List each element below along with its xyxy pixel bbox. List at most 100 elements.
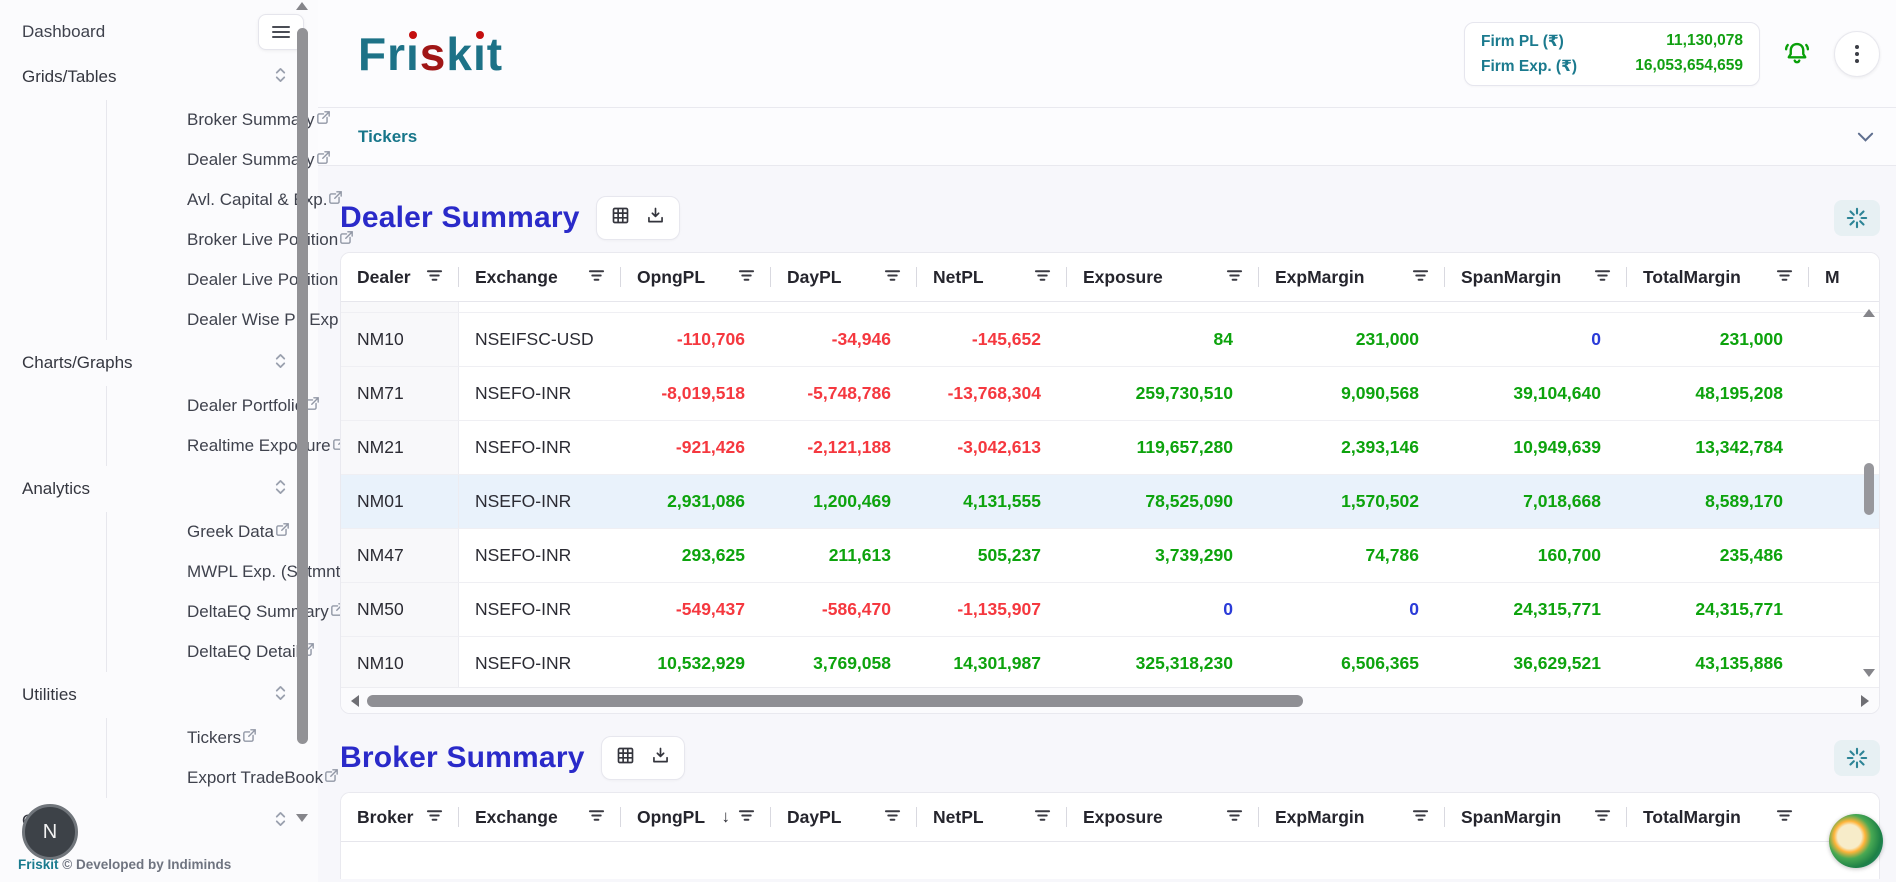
column-header-exchange[interactable]: Exchange xyxy=(459,253,621,301)
filter-icon[interactable] xyxy=(738,807,755,828)
sidebar-item-greek-data[interactable]: Greek Data xyxy=(107,512,288,552)
table-row[interactable]: NM47NSEFO-INR293,625211,613505,2373,739,… xyxy=(341,529,1879,583)
column-header-spanmargin[interactable]: SpanMargin xyxy=(1445,793,1627,841)
unfold-icon[interactable] xyxy=(273,810,288,833)
sidebar-scrollbar-thumb[interactable] xyxy=(297,28,308,744)
vertical-scrollbar-thumb[interactable] xyxy=(1864,463,1874,515)
sidebar-item-dashboard[interactable]: Dashboard xyxy=(22,22,105,42)
grid-view-icon[interactable] xyxy=(615,745,636,771)
unfold-icon[interactable] xyxy=(273,478,288,501)
table-row[interactable]: NM21NSEFO-INR-921,426-2,121,188-3,042,61… xyxy=(341,421,1879,475)
filter-icon[interactable] xyxy=(1412,267,1429,288)
column-header-dealer[interactable]: Dealer xyxy=(341,253,459,301)
dealer-collapse-button[interactable] xyxy=(1834,200,1880,236)
column-header-exchange[interactable]: Exchange xyxy=(459,793,621,841)
sidebar-item-tickers[interactable]: Tickers xyxy=(107,718,288,758)
filter-icon[interactable] xyxy=(426,267,443,288)
column-header-netpl[interactable]: NetPL xyxy=(917,793,1067,841)
avatar[interactable]: N xyxy=(22,804,78,860)
filter-icon[interactable] xyxy=(1594,267,1611,288)
table-row[interactable]: NM10NSEFO-INR10,532,9293,769,05814,301,9… xyxy=(341,637,1879,688)
filter-icon[interactable] xyxy=(1594,807,1611,828)
column-header-spanmargin[interactable]: SpanMargin xyxy=(1445,253,1627,301)
external-link-icon[interactable] xyxy=(241,727,258,749)
filter-icon[interactable] xyxy=(1776,267,1793,288)
sidebar-item-broker-live-position[interactable]: Broker Live Position xyxy=(107,220,288,260)
unfold-icon[interactable] xyxy=(273,352,288,375)
external-link-icon[interactable] xyxy=(274,521,291,543)
column-header-exposure[interactable]: Exposure xyxy=(1067,793,1259,841)
table-row[interactable]: NM15NSEFO-INR4,055,3664,366,02110,954,75… xyxy=(341,302,1879,313)
scroll-right-arrow-icon[interactable] xyxy=(1861,695,1869,707)
broker-table-tools[interactable] xyxy=(601,736,685,780)
dealer-vertical-scrollbar[interactable] xyxy=(1862,305,1876,681)
column-header-totalmargin[interactable]: TotalMargin xyxy=(1627,793,1809,841)
filter-icon[interactable] xyxy=(588,807,605,828)
sidebar-item-dealer-summary[interactable]: Dealer Summary xyxy=(107,140,288,180)
table-row[interactable]: NM01NSEFO-INR2,931,0861,200,4694,131,555… xyxy=(341,475,1879,529)
sidebar-section-charts-graphs[interactable]: Charts/Graphs xyxy=(22,340,288,386)
sidebar-item-dealer-live-position[interactable]: Dealer Live Position xyxy=(107,260,288,300)
sidebar-item-dealer-portfolio[interactable]: Dealer Portfolio xyxy=(107,386,288,426)
sidebar-item-broker-summary[interactable]: Broker Summary xyxy=(107,100,288,140)
column-header-totalmargin[interactable]: TotalMargin xyxy=(1627,253,1809,301)
sidebar-item-realtime-exposure[interactable]: Realtime Exposure xyxy=(107,426,288,466)
scroll-left-arrow-icon[interactable] xyxy=(351,695,359,707)
filter-icon[interactable] xyxy=(1776,807,1793,828)
filter-icon[interactable] xyxy=(426,807,443,828)
grid-view-icon[interactable] xyxy=(610,205,631,231)
filter-icon[interactable] xyxy=(884,807,901,828)
column-header-exposure[interactable]: Exposure xyxy=(1067,253,1259,301)
chevron-down-icon[interactable] xyxy=(1857,131,1874,143)
dealer-table-tools[interactable] xyxy=(596,196,680,240)
unfold-icon[interactable] xyxy=(273,66,288,89)
horizontal-scrollbar-thumb[interactable] xyxy=(367,695,1303,707)
column-header-opngpl[interactable]: OpngPL↓ xyxy=(621,793,771,841)
scroll-up-arrow-icon[interactable] xyxy=(296,2,308,10)
sidebar-item-mwpl-exp-sntmntl[interactable]: MWPL Exp. (Sntmntl) xyxy=(107,552,288,592)
column-header-daypl[interactable]: DayPL xyxy=(771,253,917,301)
column-header-expmargin[interactable]: ExpMargin xyxy=(1259,253,1445,301)
dealer-horizontal-scrollbar[interactable] xyxy=(341,687,1879,713)
filter-icon[interactable] xyxy=(588,267,605,288)
cell-value: 36,629,521 xyxy=(1445,637,1627,688)
sidebar-item-deltaeq-detail[interactable]: DeltaEQ Detail xyxy=(107,632,288,672)
column-header-opngpl[interactable]: OpngPL xyxy=(621,253,771,301)
table-row[interactable]: NM10NSEIFSC-USD-110,706-34,946-145,65284… xyxy=(341,313,1879,367)
column-header-m[interactable]: M xyxy=(1809,253,1879,301)
filter-icon[interactable] xyxy=(1412,807,1429,828)
unfold-icon[interactable] xyxy=(273,684,288,707)
sort-desc-icon[interactable]: ↓ xyxy=(722,807,731,827)
tickers-panel[interactable]: Tickers xyxy=(318,108,1896,166)
sidebar-section-grids-tables[interactable]: Grids/Tables xyxy=(22,54,288,100)
download-icon[interactable] xyxy=(650,745,671,771)
column-header-daypl[interactable]: DayPL xyxy=(771,793,917,841)
sidebar-scrollbar[interactable] xyxy=(296,0,309,882)
column-header-broker[interactable]: Broker xyxy=(341,793,459,841)
broker-collapse-button[interactable] xyxy=(1834,740,1880,776)
scroll-up-arrow-icon[interactable] xyxy=(1863,309,1875,317)
filter-icon[interactable] xyxy=(1034,807,1051,828)
sidebar-item-export-tradebook[interactable]: Export TradeBook xyxy=(107,758,288,798)
sidebar-section-utilities[interactable]: Utilities xyxy=(22,672,288,718)
table-row[interactable]: NM71NSEFO-INR-8,019,518-5,748,786-13,768… xyxy=(341,367,1879,421)
table-row[interactable]: NM50NSEFO-INR-549,437-586,470-1,135,9070… xyxy=(341,583,1879,637)
column-header-netpl[interactable]: NetPL xyxy=(917,253,1067,301)
filter-icon[interactable] xyxy=(1226,807,1243,828)
filter-icon[interactable] xyxy=(1226,267,1243,288)
filter-icon[interactable] xyxy=(1034,267,1051,288)
download-icon[interactable] xyxy=(645,205,666,231)
external-link-icon[interactable] xyxy=(315,109,332,131)
sidebar-item-avl-capital-exp[interactable]: Avl. Capital & Exp. xyxy=(107,180,288,220)
sidebar-item-dealer-wise-pl-exp[interactable]: Dealer Wise PL Exp. xyxy=(107,300,288,340)
sidebar-section-analytics[interactable]: Analytics xyxy=(22,466,288,512)
indiminds-logo[interactable] xyxy=(1829,814,1883,868)
more-options-button[interactable] xyxy=(1834,31,1880,77)
sidebar-item-deltaeq-summary[interactable]: DeltaEQ Summary xyxy=(107,592,288,632)
filter-icon[interactable] xyxy=(884,267,901,288)
column-header-expmargin[interactable]: ExpMargin xyxy=(1259,793,1445,841)
notification-bell-icon[interactable] xyxy=(1782,39,1812,69)
scroll-down-arrow-icon[interactable] xyxy=(296,814,308,822)
scroll-down-arrow-icon[interactable] xyxy=(1863,669,1875,677)
filter-icon[interactable] xyxy=(738,267,755,288)
